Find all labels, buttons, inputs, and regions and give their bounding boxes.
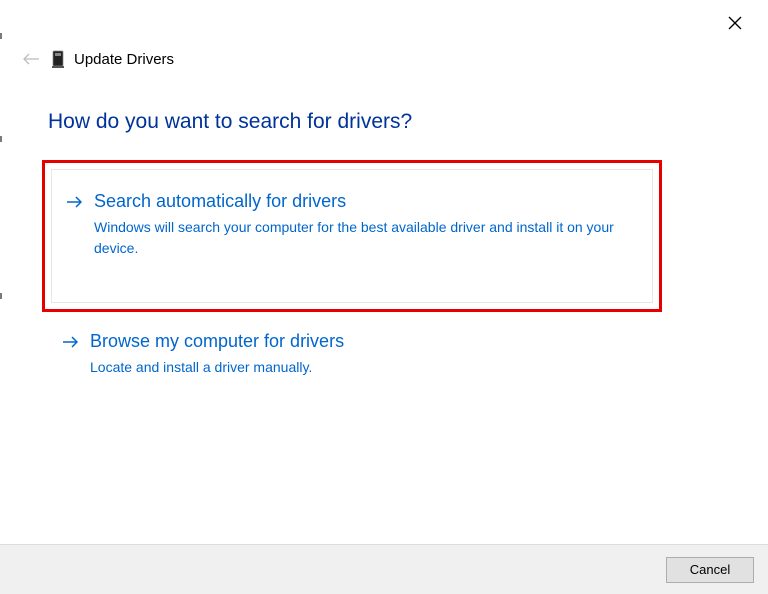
dialog-footer: Cancel xyxy=(0,544,768,594)
page-heading: How do you want to search for drivers? xyxy=(48,110,412,134)
close-button[interactable] xyxy=(726,14,744,32)
option-browse-computer[interactable]: Browse my computer for drivers Locate an… xyxy=(42,326,662,406)
arrow-right-icon xyxy=(66,190,82,213)
option-description: Windows will search your computer for th… xyxy=(94,217,634,258)
arrow-right-icon xyxy=(62,330,78,353)
decorative-tick xyxy=(0,33,2,39)
decorative-tick xyxy=(0,136,2,142)
option-search-automatically[interactable]: Search automatically for drivers Windows… xyxy=(42,160,662,312)
decorative-tick xyxy=(0,293,2,299)
options-container: Search automatically for drivers Windows… xyxy=(42,160,662,406)
option-description: Locate and install a driver manually. xyxy=(90,357,344,377)
window-title: Update Drivers xyxy=(74,51,174,68)
title-bar: Update Drivers xyxy=(20,50,174,68)
back-button[interactable] xyxy=(20,52,42,66)
back-arrow-icon xyxy=(22,52,40,66)
option-title: Browse my computer for drivers xyxy=(90,330,344,353)
option-title: Search automatically for drivers xyxy=(94,190,634,213)
close-icon xyxy=(728,16,742,30)
device-icon xyxy=(52,50,64,68)
cancel-button[interactable]: Cancel xyxy=(666,557,754,583)
